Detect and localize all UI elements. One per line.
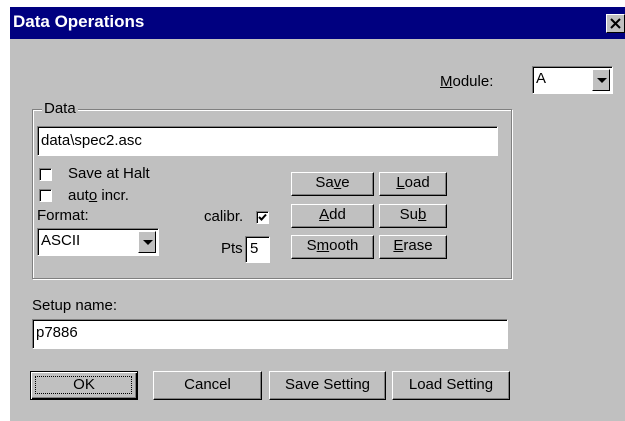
pts-label: Pts xyxy=(221,240,243,257)
erase-button-label-key: E xyxy=(393,237,404,254)
auto-incr-label[interactable]: auto incr. xyxy=(68,187,129,205)
save-setting-button-label: Save Setting xyxy=(284,376,371,393)
module-select[interactable]: A xyxy=(532,66,613,94)
window-title: Data Operations xyxy=(13,12,145,31)
data-operations-dialog: Data Operations Module: A Data data\spec… xyxy=(10,7,625,421)
close-button[interactable] xyxy=(606,14,625,33)
cancel-button[interactable]: Cancel xyxy=(153,371,262,400)
save-at-halt-label[interactable]: Save at Halt xyxy=(68,165,150,183)
smooth-button-label-key: m xyxy=(316,237,330,254)
save-setting-button[interactable]: Save Setting xyxy=(269,371,386,400)
data-group-legend: Data xyxy=(42,100,78,118)
add-button-label-key: A xyxy=(319,206,330,223)
title-bar: Data Operations xyxy=(10,7,625,39)
auto-incr-label-pre: aut xyxy=(68,187,89,204)
add-button[interactable]: Add xyxy=(291,204,374,228)
module-dropdown-button[interactable] xyxy=(592,69,610,91)
format-value: ASCII xyxy=(41,232,81,249)
auto-incr-label-post: incr. xyxy=(97,187,129,204)
checkmark-icon xyxy=(258,213,267,221)
load-setting-button-label: Load Setting xyxy=(408,376,494,393)
save-at-halt-checkbox[interactable] xyxy=(39,168,52,181)
cancel-button-label: Cancel xyxy=(184,376,231,393)
smooth-button[interactable]: Smooth xyxy=(291,235,374,259)
module-value: A xyxy=(536,70,547,87)
module-label: Module: xyxy=(440,73,494,90)
pts-value: 5 xyxy=(250,240,259,257)
erase-button[interactable]: Erase xyxy=(379,235,447,259)
calibr-checkbox[interactable] xyxy=(256,211,269,224)
sub-button-label-pre: Su xyxy=(399,206,418,223)
save-button-label-pre: Sa xyxy=(315,174,334,191)
ok-button[interactable]: OK xyxy=(30,371,138,400)
format-select[interactable]: ASCII xyxy=(37,228,159,256)
data-filename-value: data\spec2.asc xyxy=(41,132,142,149)
format-label: Format: xyxy=(37,207,89,224)
setup-name-value: p7886 xyxy=(36,324,78,341)
erase-button-label-post: rase xyxy=(403,237,433,254)
save-button[interactable]: Save xyxy=(291,172,374,196)
smooth-button-label-pre: S xyxy=(306,237,317,254)
calibr-label: calibr. xyxy=(204,208,244,225)
pts-field[interactable]: 5 xyxy=(245,236,270,263)
sub-button-label-key: b xyxy=(418,206,427,223)
smooth-button-label-post: ooth xyxy=(329,237,359,254)
load-button[interactable]: Load xyxy=(379,172,447,196)
load-button-label-key: L xyxy=(396,174,405,191)
format-dropdown-button[interactable] xyxy=(138,231,156,253)
save-button-label-post: e xyxy=(341,174,350,191)
auto-incr-checkbox[interactable] xyxy=(39,189,52,202)
auto-incr-label-key: o xyxy=(88,187,98,204)
add-button-label-post: dd xyxy=(329,206,346,223)
sub-button[interactable]: Sub xyxy=(379,204,447,228)
load-setting-button[interactable]: Load Setting xyxy=(392,371,510,400)
setup-name-label: Setup name: xyxy=(32,297,118,314)
data-filename-field[interactable]: data\spec2.asc xyxy=(37,126,498,156)
setup-name-field[interactable]: p7886 xyxy=(32,319,508,349)
focus-rectangle xyxy=(35,376,132,394)
load-button-label-post: oad xyxy=(404,174,430,191)
close-icon xyxy=(610,18,621,29)
